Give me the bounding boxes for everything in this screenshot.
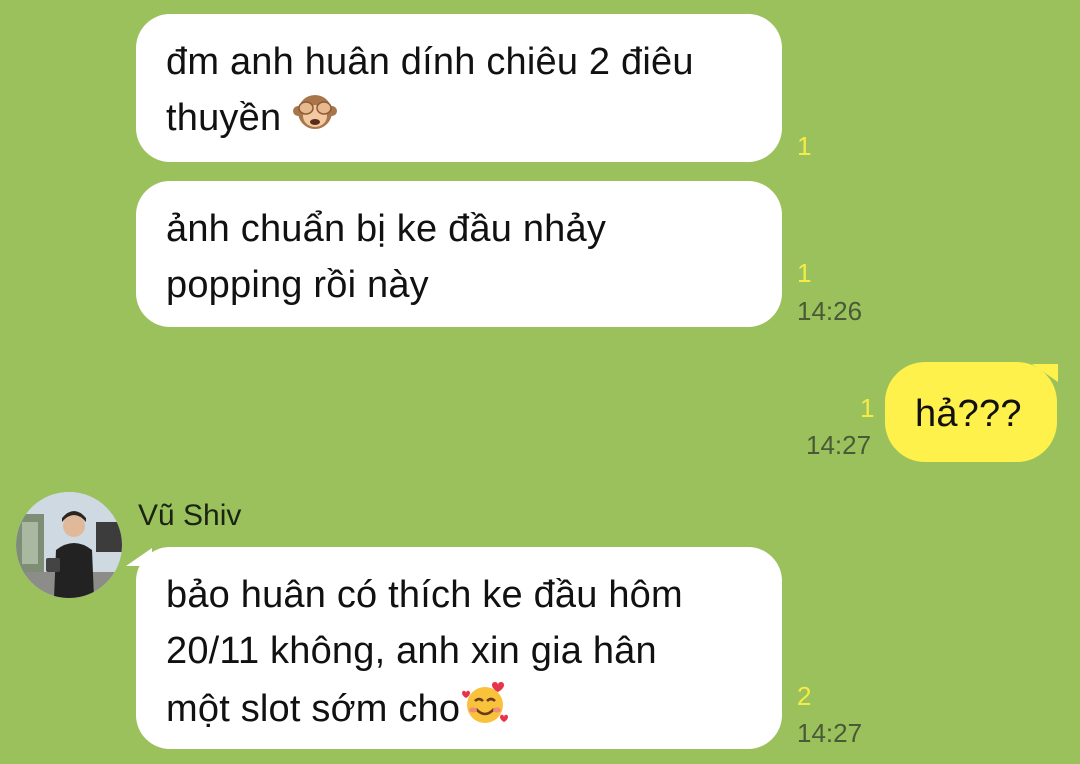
message-bubble-3[interactable]: hả??? [885,362,1057,462]
see-no-evil-monkey-icon [292,90,338,150]
message-timestamp: 14:26 [797,296,863,326]
unread-count: 1 [797,258,812,288]
message-text-fragment: một slot sớm cho [166,688,461,731]
message-text-line: đm anh huân dính chiêu 2 điêu [166,41,694,83]
message-bubble-2[interactable]: ảnh chuẩn bị ke đầu nhảy popping rồi này [136,181,782,327]
message-text-line: ảnh chuẩn bị ke đầu nhảy [166,208,607,250]
message-text-fragment: thuyền [166,97,282,140]
message-text-line: bảo huân có thích ke đầu hôm [166,574,683,616]
message-text-line: 20/11 không, anh xin gia hân [166,630,657,672]
message-text-line: hả??? [915,393,1022,435]
unread-count: 2 [797,681,812,711]
message-bubble-1[interactable]: đm anh huân dính chiêu 2 điêu thuyền [136,14,782,162]
sender-name: Vũ Shiv [138,499,242,532]
message-text-line: popping rồi này [166,264,429,306]
message-text-line: một slot sớm cho [166,679,754,743]
message-text-line: thuyền [166,90,754,150]
unread-count: 1 [860,393,875,423]
avatar[interactable] [16,492,122,598]
message-bubble-4[interactable]: bảo huân có thích ke đầu hôm 20/11 không… [136,547,782,749]
message-timestamp: 14:27 [797,718,863,748]
message-timestamp: 14:27 [806,430,872,460]
smiling-face-with-hearts-icon [460,679,510,743]
unread-count: 1 [797,131,812,161]
